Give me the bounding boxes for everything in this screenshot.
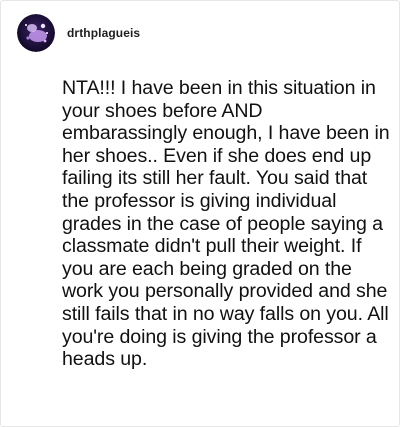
username[interactable]: drthplagueis xyxy=(67,26,140,40)
post-card: drthplagueis NTA!!! I have been in this … xyxy=(0,0,400,427)
galaxy-avatar-icon[interactable] xyxy=(17,14,55,52)
post-body-text: NTA!!! I have been in this situation in … xyxy=(62,77,390,371)
post-header: drthplagueis xyxy=(17,13,140,53)
